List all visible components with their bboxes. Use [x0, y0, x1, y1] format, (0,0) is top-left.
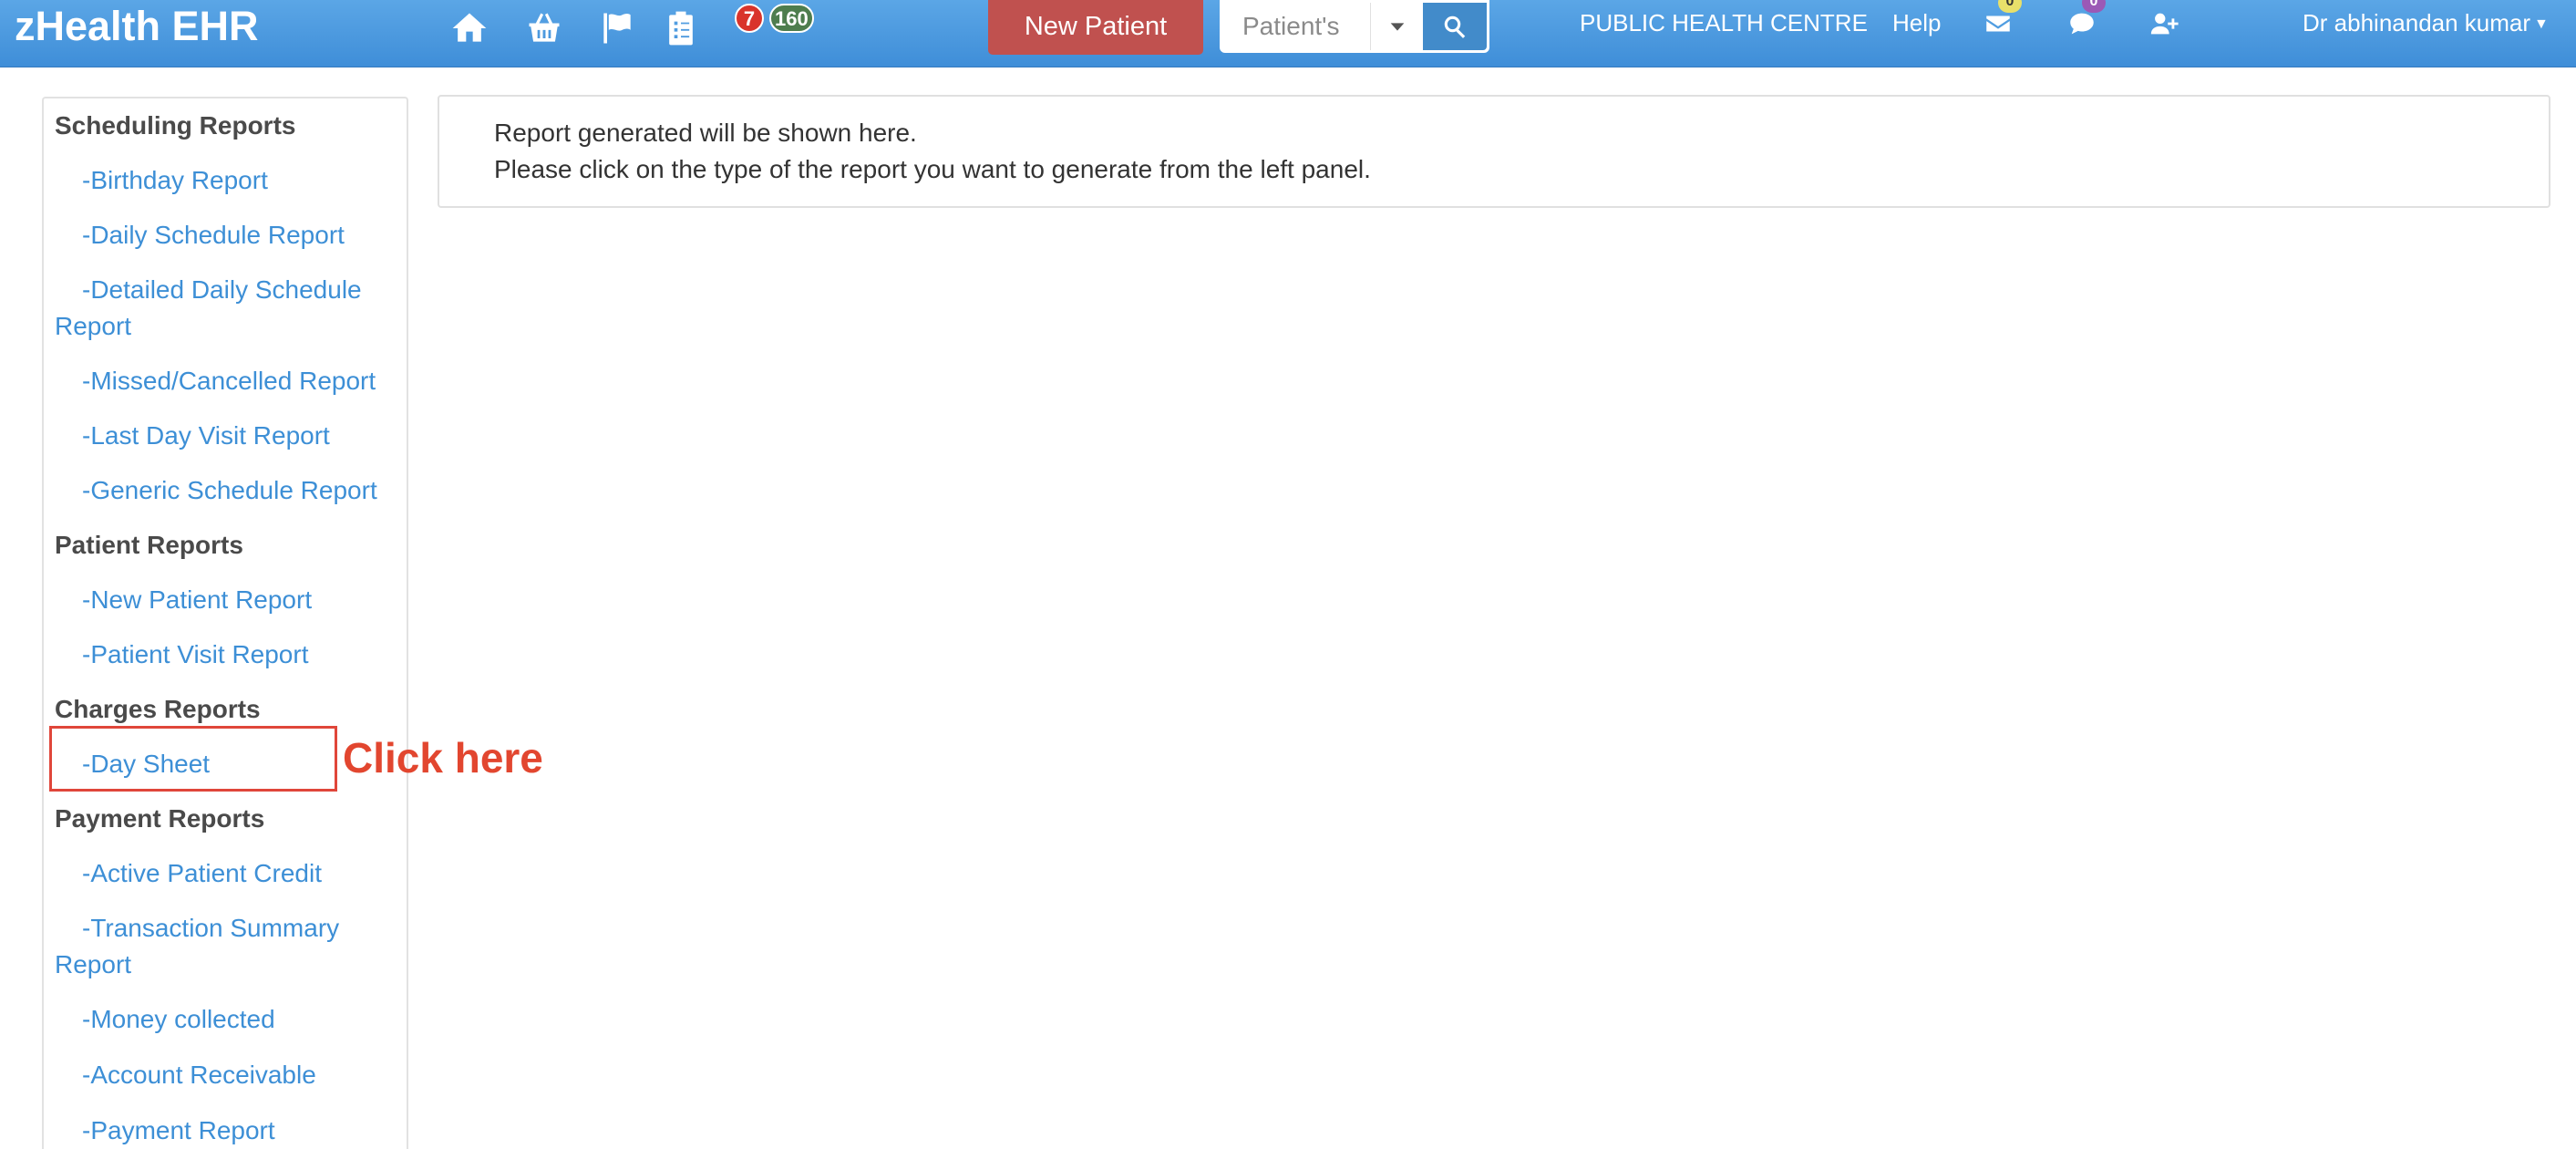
patient-search-input[interactable] — [1222, 3, 1370, 50]
patient-search — [1220, 0, 1489, 53]
search-button[interactable] — [1423, 3, 1487, 50]
section-scheduling-reports: Scheduling Reports — [55, 111, 296, 140]
birthday-report-link[interactable]: -Birthday Report — [55, 162, 268, 199]
top-navbar: zHealth EHR 7 160 New Patient PUBLIC HEA… — [0, 0, 2576, 67]
detailed-daily-schedule-report-link[interactable]: -Detailed Daily Schedule Report — [55, 272, 392, 345]
click-here-annotation: Click here — [343, 734, 543, 782]
report-placeholder-line-1: Report generated will be shown here. — [494, 119, 917, 147]
generic-schedule-report-link[interactable]: -Generic Schedule Report — [55, 472, 377, 509]
mail-count-badge: 0 — [1998, 0, 2022, 13]
flag-icon[interactable] — [592, 5, 642, 51]
basket-icon[interactable] — [520, 5, 569, 51]
active-patient-credit-link[interactable]: -Active Patient Credit — [55, 855, 322, 892]
tasks-badge[interactable]: 160 — [769, 4, 814, 33]
section-patient-reports: Patient Reports — [55, 531, 243, 559]
account-receivable-link[interactable]: -Account Receivable — [55, 1057, 316, 1093]
search-icon — [1444, 16, 1466, 38]
caret-down-icon: ▼ — [2534, 16, 2549, 33]
day-sheet-highlight-box — [49, 726, 337, 792]
clipboard-icon[interactable] — [656, 5, 706, 51]
new-patient-button[interactable]: New Patient — [988, 0, 1203, 55]
home-icon[interactable] — [445, 5, 494, 51]
transaction-summary-report-link[interactable]: -Transaction Summary Report — [55, 910, 392, 983]
facility-name[interactable]: PUBLIC HEALTH CENTRE — [1580, 7, 1868, 38]
user-menu[interactable]: Dr abhinandan kumar ▼ — [2303, 7, 2549, 38]
payment-report-link[interactable]: -Payment Report — [55, 1113, 275, 1149]
section-payment-reports: Payment Reports — [55, 804, 265, 833]
daily-schedule-report-link[interactable]: -Daily Schedule Report — [55, 217, 345, 254]
search-type-dropdown[interactable] — [1370, 3, 1423, 50]
reports-sidebar: Scheduling Reports -Birthday Report -Dai… — [42, 97, 408, 1149]
add-user-icon[interactable] — [2146, 7, 2182, 40]
missed-cancelled-report-link[interactable]: -Missed/Cancelled Report — [55, 363, 376, 399]
report-placeholder-line-2: Please click on the type of the report y… — [494, 155, 1371, 183]
patient-visit-report-link[interactable]: -Patient Visit Report — [55, 637, 309, 673]
app-brand[interactable]: zHealth EHR — [15, 2, 259, 51]
chat-count-badge: 0 — [2082, 0, 2106, 13]
section-charges-reports: Charges Reports — [55, 695, 261, 723]
money-collected-link[interactable]: -Money collected — [55, 1001, 275, 1038]
report-output-panel: Report generated will be shown here. Ple… — [438, 95, 2550, 208]
user-name: Dr abhinandan kumar — [2303, 9, 2531, 36]
caret-down-icon — [1390, 23, 1404, 31]
help-link[interactable]: Help — [1892, 7, 1941, 38]
new-patient-report-link[interactable]: -New Patient Report — [55, 582, 312, 618]
last-day-visit-report-link[interactable]: -Last Day Visit Report — [55, 418, 330, 454]
alerts-badge[interactable]: 7 — [735, 4, 764, 33]
